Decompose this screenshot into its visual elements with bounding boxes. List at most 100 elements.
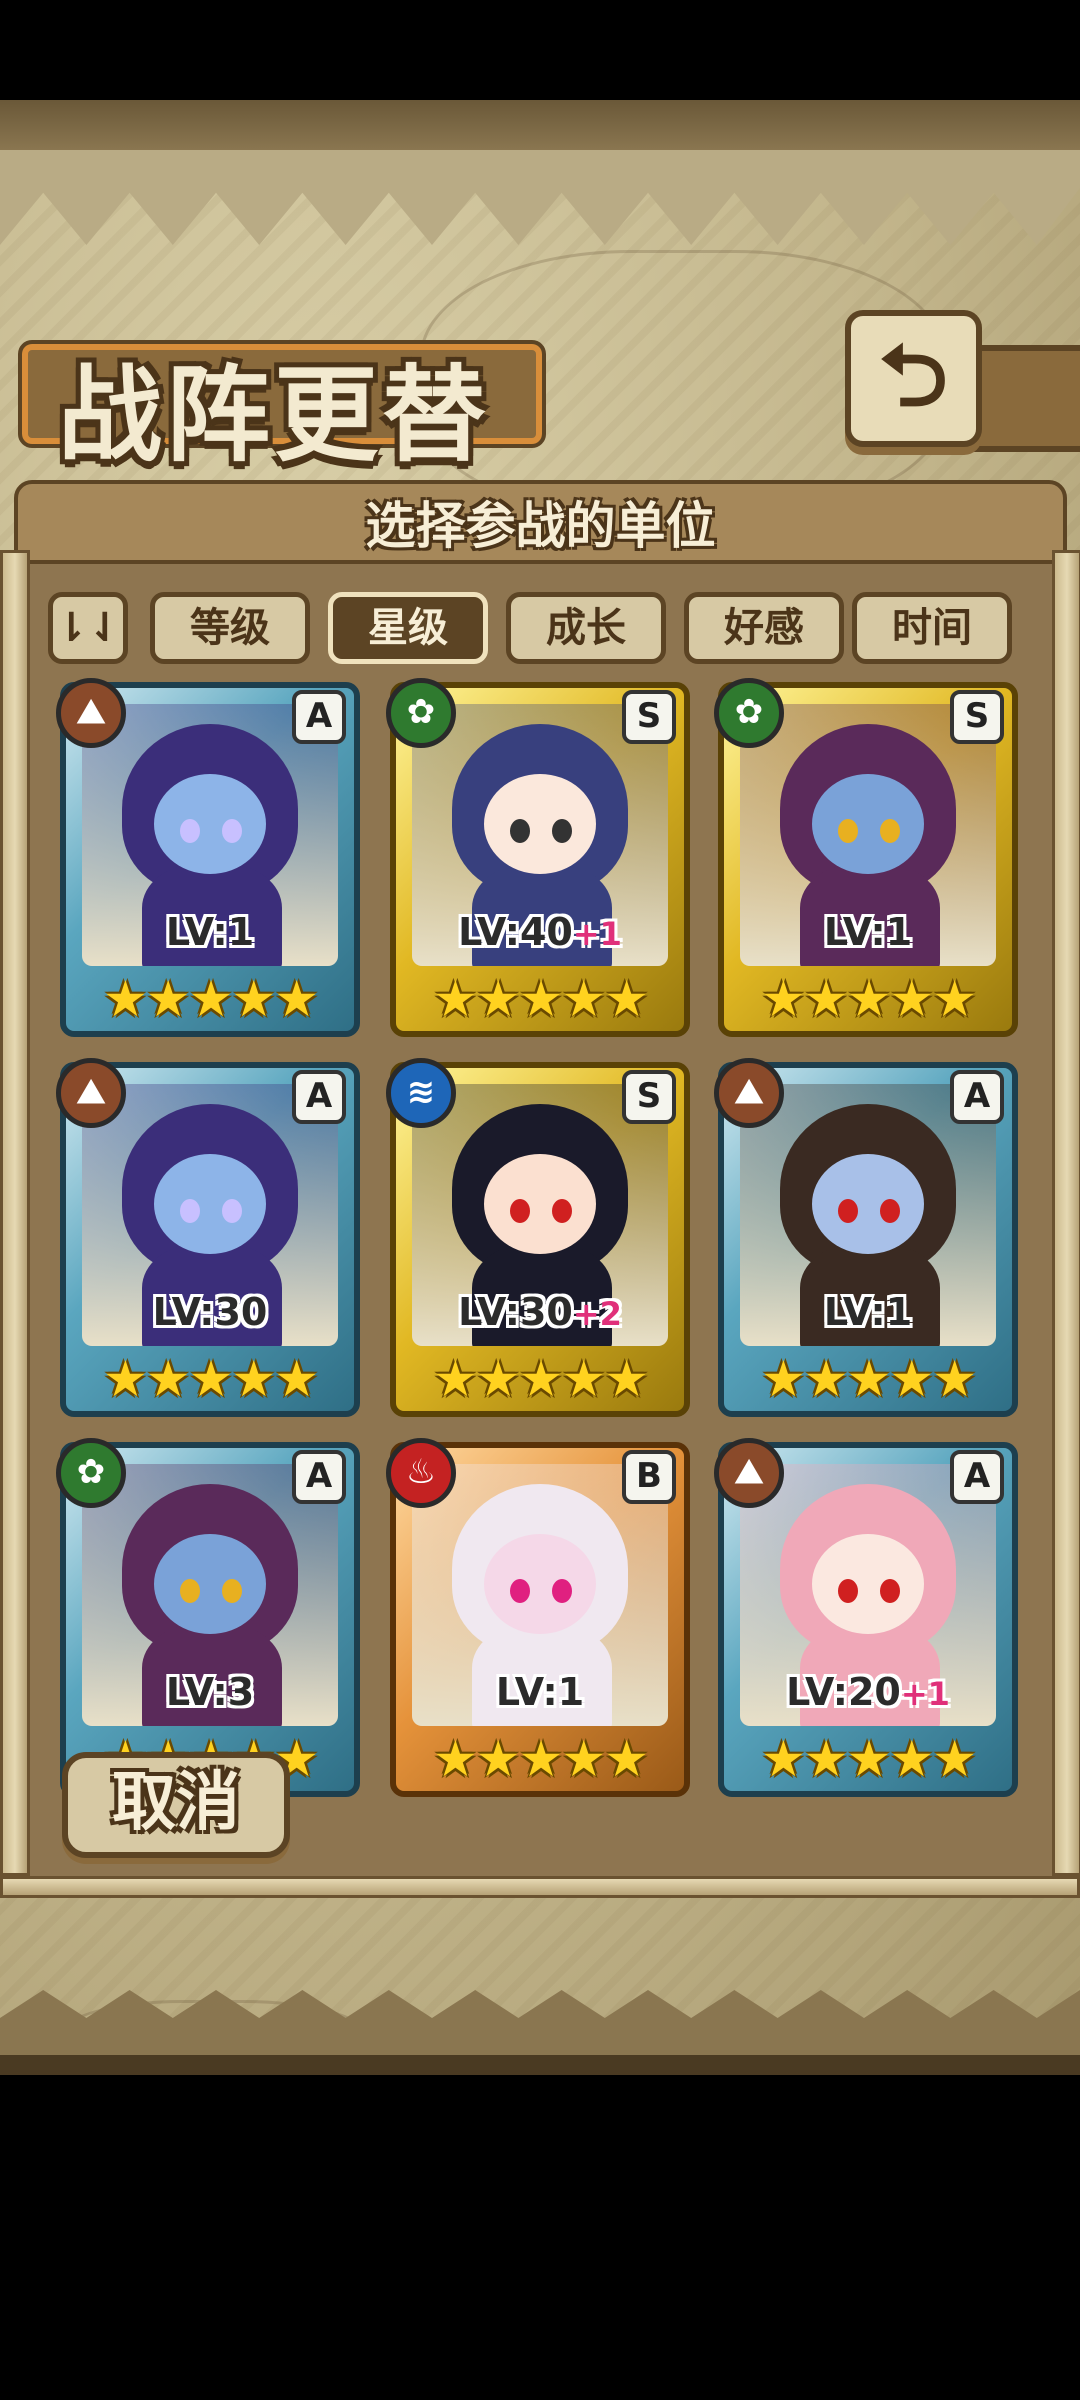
- portrait-eye: [552, 1199, 572, 1223]
- bottom-border: [0, 2055, 1080, 2075]
- portrait-eye: [880, 1199, 900, 1223]
- unit-card[interactable]: ⛰ A LV:1 ★★★★★: [714, 1058, 1018, 1417]
- unit-stars: ★★★★★: [760, 970, 977, 1028]
- portrait-eye: [838, 1199, 858, 1223]
- unit-level: LV:1: [60, 910, 360, 954]
- portrait-face: [154, 1154, 266, 1254]
- sort-order-button[interactable]: ⇂⇃: [48, 592, 128, 664]
- unit-level-bonus: +1: [900, 1675, 950, 1713]
- portrait-eye: [222, 1199, 242, 1223]
- unit-card[interactable]: ✿ S LV:40+1 ★★★★★: [386, 678, 690, 1037]
- portrait-eye: [222, 819, 242, 843]
- rank-badge: A: [950, 1450, 1004, 1504]
- portrait-eye: [510, 1199, 530, 1223]
- unit-card[interactable]: ✿ S LV:1 ★★★★★: [714, 678, 1018, 1037]
- unit-level: LV:3: [60, 1670, 360, 1714]
- portrait-eye: [222, 1579, 242, 1603]
- portrait-eye: [180, 1199, 200, 1223]
- sort-order-icon: ⇂⇃: [54, 605, 122, 651]
- rank-badge: S: [622, 1070, 676, 1124]
- unit-level: LV:30+2: [390, 1290, 690, 1334]
- unit-level: LV:40+1: [390, 910, 690, 954]
- rank-badge: A: [292, 1070, 346, 1124]
- unit-level-text: LV:30: [152, 1290, 268, 1334]
- unit-card[interactable]: ≋ S LV:30+2 ★★★★★: [386, 1058, 690, 1417]
- rank-badge: A: [950, 1070, 1004, 1124]
- portrait-eye: [510, 819, 530, 843]
- unit-card[interactable]: ✿ALV:3★★★★★: [56, 1438, 360, 1797]
- portrait-face: [484, 1534, 596, 1634]
- portrait-eye: [880, 819, 900, 843]
- portrait-eye: [838, 1579, 858, 1603]
- portrait-face: [484, 774, 596, 874]
- unit-level: LV:1: [390, 1670, 690, 1714]
- portrait-eye: [180, 1579, 200, 1603]
- panel-rail-bottom: [0, 1876, 1080, 1898]
- unit-level-text: LV:3: [165, 1670, 255, 1714]
- portrait-eye: [510, 1579, 530, 1603]
- panel-rail-right: [1052, 550, 1080, 1876]
- unit-level: LV:1: [718, 910, 1018, 954]
- unit-level-text: LV:1: [165, 910, 255, 954]
- rank-badge: S: [622, 690, 676, 744]
- title-plate: 战阵更替: [18, 240, 546, 476]
- tab-time[interactable]: 时间: [852, 592, 1012, 664]
- tab-level[interactable]: 等级: [150, 592, 310, 664]
- fire-element-icon: ♨: [386, 1438, 456, 1508]
- unit-stars: ★★★★★: [102, 1350, 319, 1408]
- unit-level-text: LV:1: [823, 1290, 913, 1334]
- rank-badge: S: [950, 690, 1004, 744]
- tab-growth[interactable]: 成长: [506, 592, 666, 664]
- portrait-face: [154, 774, 266, 874]
- unit-level-text: LV:1: [823, 910, 913, 954]
- cancel-button[interactable]: 取消: [62, 1752, 290, 1858]
- earth-element-icon: ⛰: [56, 678, 126, 748]
- rank-badge: A: [292, 690, 346, 744]
- unit-stars: ★★★★★: [760, 1350, 977, 1408]
- unit-level: LV:30: [60, 1290, 360, 1334]
- water-element-icon: ≋: [386, 1058, 456, 1128]
- panel-header: 选择参战的单位: [14, 480, 1067, 568]
- sort-filter-bar: ⇂⇃ 等级 星级 成长 好感 时间: [48, 592, 1048, 672]
- portrait-eye: [552, 819, 572, 843]
- unit-level: LV:1: [718, 1290, 1018, 1334]
- portrait-eye: [838, 819, 858, 843]
- earth-element-icon: ⛰: [714, 1058, 784, 1128]
- unit-card[interactable]: ⛰ A LV:30 ★★★★★: [56, 1058, 360, 1417]
- rank-badge: B: [622, 1450, 676, 1504]
- wind-element-icon: ✿: [56, 1438, 126, 1508]
- unit-stars: ★★★★★: [432, 970, 649, 1028]
- portrait-face: [154, 1534, 266, 1634]
- unit-stars: ★★★★★: [760, 1730, 977, 1788]
- back-button[interactable]: ⮌: [845, 310, 982, 447]
- unit-level-text: LV:20: [786, 1670, 901, 1714]
- unit-card[interactable]: ♨ B LV:1 ★★★★★: [386, 1438, 690, 1797]
- portrait-eye: [180, 819, 200, 843]
- rank-badge: A: [292, 1450, 346, 1504]
- portrait-eye: [552, 1579, 572, 1603]
- unit-stars: ★★★★★: [102, 970, 319, 1028]
- portrait-face: [812, 1534, 924, 1634]
- unit-stars: ★★★★★: [432, 1350, 649, 1408]
- top-border: [0, 100, 1080, 154]
- portrait-face: [484, 1154, 596, 1254]
- earth-element-icon: ⛰: [714, 1438, 784, 1508]
- tab-affection[interactable]: 好感: [684, 592, 844, 664]
- portrait-face: [812, 1154, 924, 1254]
- panel-header-title: 选择参战的单位: [365, 497, 716, 555]
- unit-level-bonus: +2: [572, 1295, 622, 1333]
- portrait-eye: [880, 1579, 900, 1603]
- unit-level-text: LV:1: [495, 1670, 585, 1714]
- back-arrow-icon: ⮌: [879, 326, 948, 426]
- tab-star[interactable]: 星级: [328, 592, 488, 664]
- panel-rail-left: [0, 550, 30, 1876]
- unit-stars: ★★★★★: [432, 1730, 649, 1788]
- unit-level-text: LV:40: [458, 910, 573, 954]
- top-zigzag-border: [0, 150, 1080, 245]
- unit-card[interactable]: ⛰ A LV:1 ★★★★★: [56, 678, 360, 1037]
- wind-element-icon: ✿: [386, 678, 456, 748]
- page-title: 战阵更替: [58, 353, 491, 476]
- unit-level-text: LV:30: [458, 1290, 573, 1334]
- wind-element-icon: ✿: [714, 678, 784, 748]
- unit-card[interactable]: ⛰ A LV:20+1 ★★★★★: [714, 1438, 1018, 1797]
